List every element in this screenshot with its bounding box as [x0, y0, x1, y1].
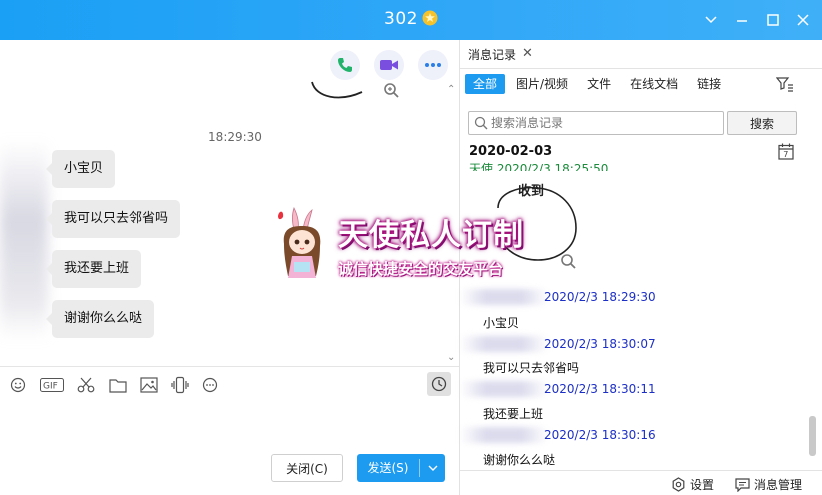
sender-name-blurred: [460, 289, 548, 305]
sender-name-blurred: [460, 381, 548, 397]
chat-message: 我可以只去邻省吗: [45, 200, 181, 238]
more-icon[interactable]: [200, 375, 220, 395]
history-timestamp: 2020/2/3 18:29:30: [544, 290, 656, 304]
promo-watermark: 天使私人订制 诚信快捷安全的交友平台: [272, 206, 557, 284]
scroll-up-icon[interactable]: ⌃: [447, 84, 455, 95]
history-scrollbar[interactable]: [809, 416, 816, 456]
history-message: 小宝贝: [483, 316, 520, 330]
close-icon[interactable]: ✕: [522, 46, 533, 61]
history-date: 2020-02-03: [469, 144, 553, 159]
avatar: [0, 140, 48, 340]
calendar-icon[interactable]: 7: [778, 143, 794, 163]
history-timestamp: 2020/2/3 18:30:16: [544, 428, 656, 442]
tab-divider: [460, 68, 822, 69]
shake-icon[interactable]: [170, 375, 190, 395]
send-button-label: 发送(S): [367, 461, 409, 475]
history-message: 我还要上班: [483, 407, 544, 421]
more-options-icon[interactable]: [418, 50, 448, 80]
filter-icon[interactable]: [775, 76, 794, 95]
chat-timestamp: 18:29:30: [208, 130, 262, 144]
chat-message: 我还要上班: [45, 250, 142, 288]
search-icon: [474, 116, 488, 133]
window-title-wrap: 302: [0, 9, 822, 29]
search-input[interactable]: [491, 115, 716, 131]
filter-links[interactable]: 链接: [689, 74, 729, 94]
filter-docs[interactable]: 在线文档: [622, 74, 686, 94]
minimize-icon[interactable]: [732, 10, 752, 30]
message-manage-icon: [735, 477, 750, 492]
gold-star-icon: [422, 10, 438, 26]
message-manage-label: 消息管理: [754, 478, 803, 492]
chevron-down-icon[interactable]: [420, 454, 445, 482]
history-footer: 设置 消息管理: [460, 470, 822, 495]
send-button[interactable]: 发送(S): [357, 454, 445, 482]
message-manage-button[interactable]: 消息管理: [735, 476, 802, 493]
window-title: 302: [384, 9, 418, 29]
filter-all[interactable]: 全部: [465, 74, 506, 94]
promo-subtitle: 诚信快捷安全的交友平台: [338, 260, 504, 278]
emoji-icon[interactable]: [8, 375, 28, 395]
folder-icon[interactable]: [108, 375, 128, 395]
scroll-down-icon[interactable]: ⌄: [447, 352, 455, 363]
history-timestamp: 2020/2/3 18:30:07: [544, 337, 656, 351]
close-icon[interactable]: [793, 10, 813, 30]
svg-text:7: 7: [783, 150, 788, 159]
filter-media[interactable]: 图片/视频: [508, 74, 576, 94]
svg-text:GIF: GIF: [43, 382, 58, 392]
tab-message-history[interactable]: 消息记录: [468, 46, 516, 63]
title-bar: 302: [0, 0, 822, 40]
history-timestamp: 2020/2/3 18:30:11: [544, 382, 656, 396]
history-message: 我可以只去邻省吗: [483, 361, 580, 375]
video-call-icon[interactable]: [374, 50, 404, 80]
sender-name-blurred: [460, 336, 548, 352]
call-actions: [330, 50, 448, 80]
settings-label: 设置: [690, 478, 715, 492]
sticker-fragment: [310, 80, 400, 106]
image-icon[interactable]: [139, 375, 159, 395]
sender-name-blurred: [460, 427, 548, 443]
input-toolbar: GIF: [0, 366, 459, 402]
search-box: [468, 111, 724, 135]
promo-title: 天使私人订制: [338, 218, 524, 253]
close-button[interactable]: 关闭(C): [271, 454, 343, 482]
history-sender-line: 天使 2020/2/3 18:25:50: [469, 162, 609, 171]
gear-icon: [672, 477, 685, 492]
anime-girl-logo: [278, 206, 321, 278]
chat-message: 谢谢你么么哒: [45, 300, 155, 338]
scissors-icon[interactable]: [76, 375, 96, 395]
sticker-caption: 收到: [518, 183, 544, 199]
maximize-icon[interactable]: [763, 10, 783, 30]
chat-message: 小宝贝: [45, 150, 116, 188]
history-clock-icon[interactable]: [427, 372, 451, 396]
search-button[interactable]: 搜索: [727, 111, 797, 135]
gif-icon[interactable]: GIF: [40, 375, 64, 395]
settings-button[interactable]: 设置: [671, 476, 714, 493]
phone-call-icon[interactable]: [330, 50, 360, 80]
history-filters: 全部 图片/视频 文件 在线文档 链接: [465, 74, 732, 96]
history-message: 谢谢你么么哒: [483, 453, 556, 467]
chevron-down-icon[interactable]: [701, 10, 721, 30]
filter-files[interactable]: 文件: [579, 74, 619, 94]
